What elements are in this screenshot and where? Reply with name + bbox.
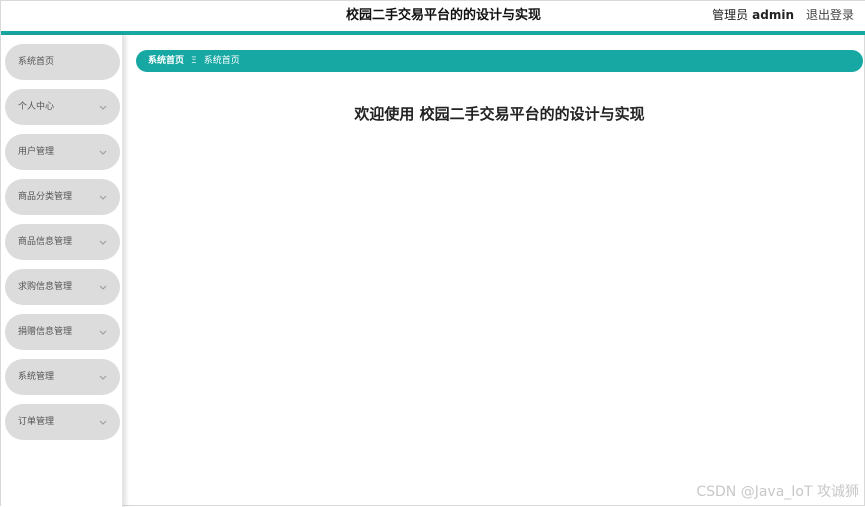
sidebar-item-user-management[interactable]: 用户管理: [5, 134, 120, 170]
chevron-down-icon: [99, 404, 107, 440]
chevron-down-icon: [99, 269, 107, 305]
breadcrumb-item-home[interactable]: 系统首页: [148, 56, 184, 66]
user-role: 管理员: [712, 8, 749, 22]
sidebar-item-home[interactable]: 系统首页: [5, 44, 120, 80]
sidebar-item-personal-center[interactable]: 个人中心: [5, 89, 120, 125]
top-header: 校园二手交易平台的的设计与实现 管理员 admin 退出登录: [1, 1, 865, 31]
sidebar-item-label: 商品分类管理: [18, 192, 73, 202]
breadcrumb-item-current: 系统首页: [203, 56, 240, 66]
breadcrumb-separator: Ξ: [191, 56, 197, 66]
chevron-down-icon: [99, 314, 107, 350]
chevron-down-icon: [99, 134, 107, 170]
logout-link[interactable]: 退出登录: [806, 1, 854, 31]
watermark: CSDN @Java_IoT 攻诚狮: [696, 484, 859, 500]
sidebar-item-label: 系统首页: [18, 57, 55, 67]
header-accent-bar: [1, 31, 865, 35]
app-window: 校园二手交易平台的的设计与实现 管理员 admin 退出登录 系统首页 个人中心 …: [0, 0, 865, 507]
sidebar-item-label: 捐赠信息管理: [18, 327, 73, 337]
sidebar-item-label: 用户管理: [18, 147, 55, 157]
chevron-down-icon: [99, 359, 107, 395]
sidebar-item-label: 个人中心: [18, 102, 55, 112]
sidebar-item-category-management[interactable]: 商品分类管理: [5, 179, 120, 215]
chevron-down-icon: [99, 224, 107, 260]
sidebar-item-label: 求购信息管理: [18, 282, 73, 292]
user-name: admin: [752, 8, 794, 22]
current-user: 管理员 admin: [712, 1, 794, 31]
sidebar-item-donation-management[interactable]: 捐赠信息管理: [5, 314, 120, 350]
sidebar-item-system-management[interactable]: 系统管理: [5, 359, 120, 395]
sidebar-item-label: 系统管理: [18, 372, 55, 382]
chevron-down-icon: [99, 179, 107, 215]
sidebar-item-label: 商品信息管理: [18, 237, 73, 247]
sidebar-item-product-management[interactable]: 商品信息管理: [5, 224, 120, 260]
chevron-down-icon: [99, 89, 107, 125]
breadcrumb: 系统首页 Ξ 系统首页: [136, 50, 863, 72]
sidebar-item-order-management[interactable]: 订单管理: [5, 404, 120, 440]
welcome-heading: 欢迎使用 校园二手交易平台的的设计与实现: [354, 105, 645, 123]
sidebar-item-wanted-management[interactable]: 求购信息管理: [5, 269, 120, 305]
sidebar: 系统首页 个人中心 用户管理 商品分类管理 商品信息管理 求购信息管理 捐赠信息…: [1, 35, 123, 507]
sidebar-item-label: 订单管理: [18, 417, 55, 427]
